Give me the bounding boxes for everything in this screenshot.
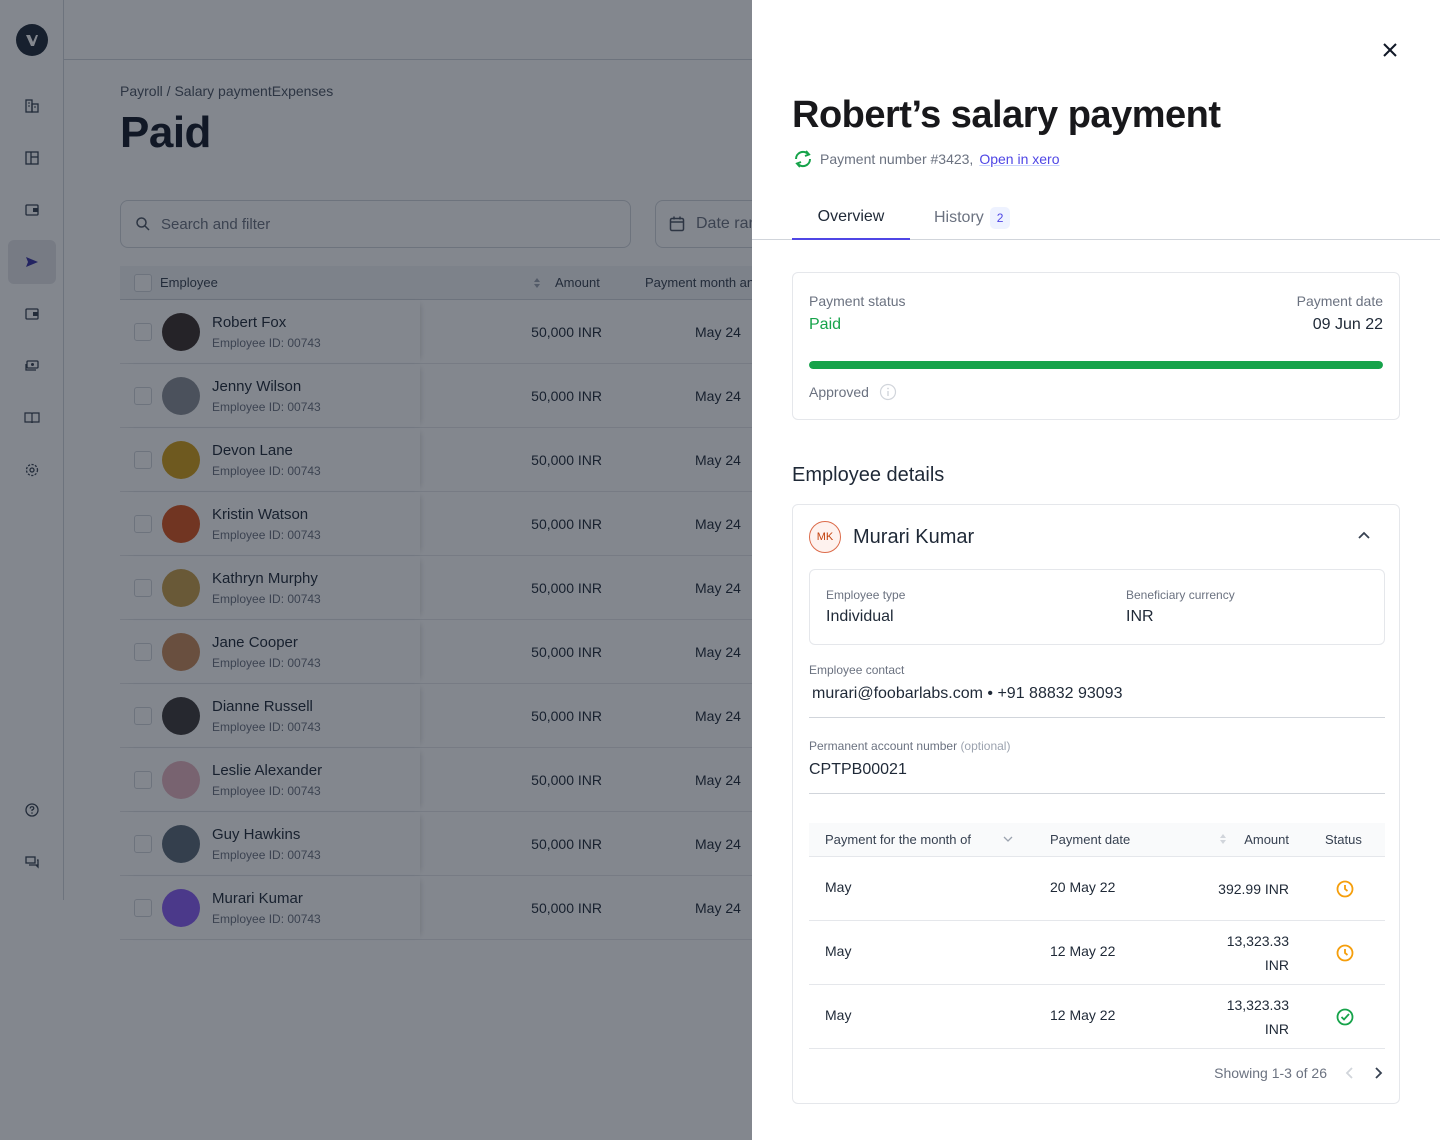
payments-table: Payment for the month of Payment date Am… (809, 823, 1385, 1049)
pan-value: CPTPB00021 (809, 761, 907, 778)
pending-clock-icon (1336, 880, 1354, 898)
employee-contact-value: murari@foobarlabs.com • +91 88832 93093 (812, 685, 1123, 702)
chevron-up-icon[interactable] (1357, 529, 1371, 543)
payment-date: 12 May 22 (1050, 1007, 1116, 1023)
payment-amount-currency: INR (1264, 1021, 1289, 1037)
employee-type-value: Individual (826, 608, 894, 625)
drawer-tabs: Overview History 2 (752, 196, 1440, 240)
chevron-down-icon[interactable] (1003, 835, 1013, 843)
payment-month: May (825, 879, 852, 895)
payment-status (1335, 943, 1355, 966)
payment-month: May (825, 943, 852, 959)
payment-amount-value: 13,323.33 (1226, 933, 1289, 949)
payment-row[interactable]: May 20 May 22 392.99 INR (809, 857, 1385, 921)
completed-check-icon (1336, 1008, 1354, 1026)
employee-avatar: MK (809, 521, 841, 553)
payment-progress-bar (809, 361, 1383, 369)
payment-date-label: Payment date (1296, 293, 1383, 309)
payment-amount-value: 392.99 INR (1218, 881, 1289, 897)
beneficiary-currency-value: INR (1126, 608, 1154, 625)
info-icon[interactable] (879, 383, 897, 401)
payment-amount: 392.99 INR (1218, 877, 1289, 901)
employee-details-title: Employee details (792, 464, 945, 486)
payment-date: 20 May 22 (1050, 879, 1116, 895)
sync-icon (794, 150, 812, 168)
payment-status-value: Paid (809, 316, 842, 333)
column-payment-month: Payment for the month of (825, 832, 971, 847)
payment-status (1335, 879, 1355, 902)
payment-status-card: Payment status Paid Payment date 09 Jun … (792, 272, 1400, 420)
history-count-badge: 2 (989, 207, 1011, 229)
drawer-title: Robert’s salary payment (792, 94, 1221, 136)
sort-icon[interactable] (1219, 833, 1227, 845)
pan-optional: (optional) (960, 739, 1011, 753)
payments-table-header: Payment for the month of Payment date Am… (809, 823, 1385, 857)
close-icon (1383, 43, 1397, 57)
open-in-xero-link[interactable]: Open in xero (979, 151, 1059, 167)
approved-label: Approved (809, 384, 869, 400)
pagination-text: Showing 1-3 of 26 (1214, 1065, 1327, 1081)
payment-date: 12 May 22 (1050, 943, 1116, 959)
pending-clock-icon (1336, 944, 1354, 962)
payment-date-value: 09 Jun 22 (1312, 316, 1383, 333)
beneficiary-currency-label: Beneficiary currency (1126, 588, 1235, 602)
payment-status (1335, 1007, 1355, 1030)
payment-progress-fill (809, 361, 1383, 369)
payment-status-label: Payment status (809, 293, 906, 309)
employee-contact-field: Employee contact murari@foobarlabs.com •… (809, 663, 1385, 718)
payment-number: Payment number #3423, (820, 151, 974, 167)
payment-row[interactable]: May 12 May 22 13,323.33 INR (809, 985, 1385, 1049)
column-amount: Amount (1244, 832, 1289, 847)
modal-overlay[interactable] (0, 0, 752, 1140)
payment-amount: 13,323.33 INR (1227, 993, 1289, 1041)
payment-month: May (825, 1007, 852, 1023)
next-page-button[interactable] (1373, 1066, 1383, 1080)
salary-payment-drawer: Robert’s salary payment Payment number #… (752, 0, 1440, 1140)
pan-field: Permanent account number (optional) CPTP… (809, 739, 1385, 794)
pan-label: Permanent account number (optional) (809, 739, 1385, 753)
payment-amount-value: 13,323.33 (1226, 997, 1289, 1013)
payment-subtitle: Payment number #3423, Open in xero (792, 150, 1060, 168)
pan-label-text: Permanent account number (809, 739, 958, 753)
payment-amount: 13,323.33 INR (1227, 929, 1289, 977)
payment-amount-currency: INR (1264, 957, 1289, 973)
employee-card-header[interactable]: MK Murari Kumar (809, 521, 1383, 553)
employee-type-label: Employee type (826, 588, 906, 602)
employee-name: Murari Kumar (853, 525, 975, 548)
prev-page-button[interactable] (1345, 1066, 1355, 1080)
chevron-left-icon (1345, 1067, 1353, 1079)
tab-overview-label: Overview (817, 208, 885, 225)
close-button[interactable] (1378, 38, 1402, 62)
pagination: Showing 1-3 of 26 (1214, 1065, 1383, 1081)
employee-details-card: MK Murari Kumar Employee type Individual… (792, 504, 1400, 1104)
tab-overview[interactable]: Overview (792, 196, 910, 240)
tab-history[interactable]: History 2 (934, 196, 1011, 240)
column-status: Status (1325, 832, 1362, 847)
column-payment-date: Payment date (1050, 832, 1131, 847)
tab-history-label: History (934, 209, 984, 226)
employee-info-box: Employee type Individual Beneficiary cur… (809, 569, 1385, 645)
employee-contact-label: Employee contact (809, 663, 905, 677)
payment-row[interactable]: May 12 May 22 13,323.33 INR (809, 921, 1385, 985)
chevron-right-icon (1375, 1067, 1383, 1079)
